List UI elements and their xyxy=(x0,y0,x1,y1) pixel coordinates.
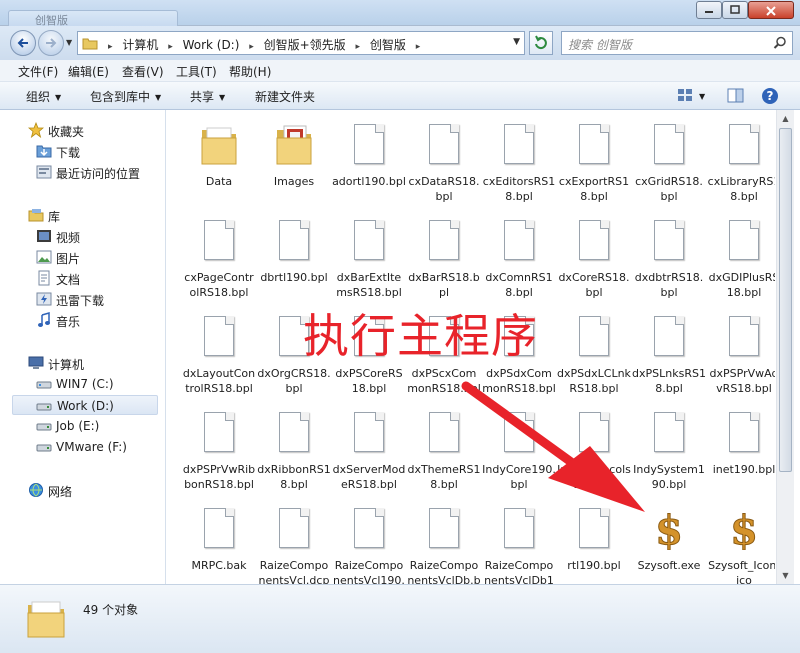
annotation-arrow xyxy=(461,381,645,512)
